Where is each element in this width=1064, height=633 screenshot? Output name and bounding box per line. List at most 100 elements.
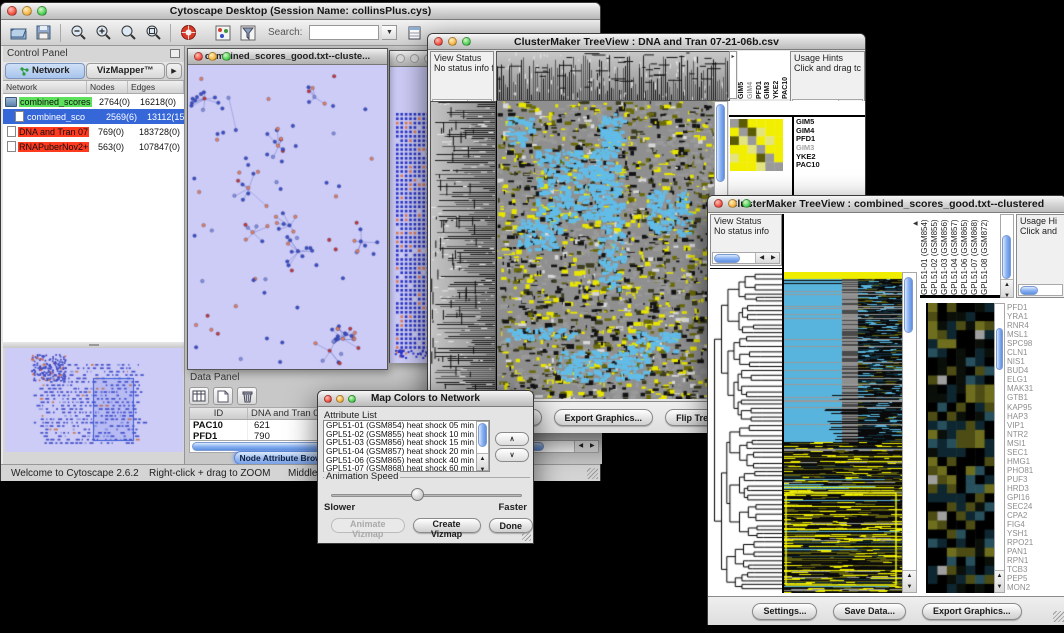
- network-table-row[interactable]: DNA and Tran 07 769(0) 183728(0): [3, 124, 184, 139]
- gene-label[interactable]: NIS1: [1007, 357, 1064, 366]
- gene-label[interactable]: PFD1: [1007, 303, 1064, 312]
- tv1-row-dendrogram[interactable]: [430, 101, 496, 401]
- minimize-icon[interactable]: [410, 54, 419, 63]
- column-label[interactable]: GPL51-02 (GSM855): [930, 214, 940, 295]
- network-view-titlebar[interactable]: combined_scores_good.txt--cluste...: [188, 49, 387, 65]
- scrollbar-thumb[interactable]: [714, 254, 740, 263]
- vizmapper-icon[interactable]: [212, 22, 234, 43]
- scrollbar-thumb[interactable]: [716, 104, 725, 182]
- scroll-up-icon[interactable]: ▲: [903, 571, 916, 582]
- minimize-icon[interactable]: [448, 37, 457, 46]
- speed-slider-track[interactable]: [331, 494, 522, 497]
- gene-label[interactable]: CPA2: [1007, 511, 1064, 520]
- gene-label[interactable]: HAP3: [1007, 412, 1064, 421]
- treeview-action-button[interactable]: Export Graphics...: [554, 409, 654, 426]
- new-attribute-icon[interactable]: [213, 387, 233, 405]
- filter-icon[interactable]: [237, 22, 259, 43]
- zoom-fit-icon[interactable]: [117, 22, 139, 43]
- gene-label[interactable]: RPO21: [1007, 538, 1064, 547]
- attribute-select-icon[interactable]: [189, 387, 209, 405]
- close-icon[interactable]: [396, 54, 405, 63]
- gene-label[interactable]: YSH1: [1007, 529, 1064, 538]
- tv1-global-heatmap[interactable]: [496, 101, 715, 399]
- network-overview-canvas[interactable]: [5, 348, 183, 452]
- scroll-down-icon[interactable]: ▼: [903, 582, 916, 593]
- tv2-splitter-arrow-icon[interactable]: ◀: [913, 220, 918, 227]
- minimize-icon[interactable]: [22, 6, 32, 16]
- close-icon[interactable]: [434, 37, 443, 46]
- gene-label[interactable]: CLN1: [1007, 348, 1064, 357]
- gene-label[interactable]: GTB1: [1007, 393, 1064, 402]
- column-label[interactable]: GPL51-01 (GSM854): [920, 214, 930, 295]
- search-dropdown-icon[interactable]: ▼: [382, 25, 397, 40]
- column-label[interactable]: YKE2: [773, 53, 782, 99]
- speed-slider-thumb[interactable]: [411, 488, 424, 501]
- column-label[interactable]: GPL51-04 (GSM857): [950, 214, 960, 295]
- save-button[interactable]: [32, 22, 54, 43]
- network-table-row[interactable]: combined_scores 2764(0) 16218(0): [3, 94, 184, 109]
- scrollbar-thumb[interactable]: [1002, 235, 1011, 279]
- gene-label[interactable]: MSL1: [1007, 330, 1064, 339]
- gene-label[interactable]: GPI16: [1007, 493, 1064, 502]
- treeview-action-button[interactable]: Export Graphics...: [922, 603, 1022, 620]
- tv1-column-dendrogram[interactable]: [496, 51, 730, 101]
- treeview1-titlebar[interactable]: ClusterMaker TreeView : DNA and Tran 07-…: [428, 34, 865, 50]
- close-icon[interactable]: [324, 395, 332, 403]
- tv2-hints-hscrollbar[interactable]: [1018, 284, 1063, 296]
- window-resize-grip[interactable]: [587, 468, 598, 479]
- move-down-button[interactable]: ∨: [495, 448, 529, 462]
- scrollbar-thumb[interactable]: [904, 277, 913, 333]
- gene-label[interactable]: NTR2: [1007, 430, 1064, 439]
- gene-label[interactable]: BUD4: [1007, 366, 1064, 375]
- scroll-up-icon[interactable]: ▲: [1001, 280, 1013, 291]
- tab-network[interactable]: Network: [5, 63, 85, 79]
- tv2-global-heatmap[interactable]: [784, 272, 902, 593]
- treeview-action-button[interactable]: Save Data...: [833, 603, 906, 620]
- search-input[interactable]: [309, 25, 379, 40]
- tv2-collabel-scrollbar[interactable]: ▲▼: [1000, 214, 1014, 298]
- scroll-down-icon[interactable]: ▼: [995, 582, 1004, 593]
- tv2-status-hscrollbar[interactable]: ◀▶: [712, 252, 780, 264]
- zoom-selected-icon[interactable]: [142, 22, 164, 43]
- dialog-action-button[interactable]: Done: [489, 518, 534, 533]
- column-label[interactable]: GPL51-08 (GSM872): [980, 214, 990, 295]
- treeview2-titlebar[interactable]: ClusterMaker TreeView : combined_scores_…: [708, 196, 1064, 213]
- scrollbar-thumb[interactable]: [996, 328, 1003, 370]
- column-label[interactable]: GIM4: [747, 53, 756, 99]
- tab-overflow-icon[interactable]: ▶: [166, 63, 182, 79]
- gene-label[interactable]: PAN1: [1007, 547, 1064, 556]
- gene-label[interactable]: KAP95: [1007, 403, 1064, 412]
- minimize-icon[interactable]: [336, 395, 344, 403]
- scroll-down-icon[interactable]: ▼: [477, 465, 488, 476]
- panel-splitter[interactable]: [3, 342, 184, 348]
- close-icon[interactable]: [714, 199, 723, 208]
- gene-label[interactable]: VIP1: [1007, 421, 1064, 430]
- zoom-window-icon[interactable]: [462, 37, 471, 46]
- gene-label[interactable]: MAK31: [1007, 384, 1064, 393]
- gene-label[interactable]: MSI1: [1007, 439, 1064, 448]
- tv2-row-dendrogram[interactable]: [710, 268, 782, 594]
- window-resize-grip[interactable]: [522, 532, 531, 541]
- window-resize-grip[interactable]: [1053, 611, 1064, 622]
- close-icon[interactable]: [7, 6, 17, 16]
- tab-vizmapper[interactable]: VizMapper™: [86, 63, 166, 79]
- help-lifering-icon[interactable]: [177, 22, 199, 43]
- scroll-left-icon[interactable]: ◀: [756, 253, 768, 263]
- scroll-down-icon[interactable]: ▼: [1001, 291, 1013, 302]
- zoom-window-icon[interactable]: [222, 52, 231, 61]
- treeview-action-button[interactable]: Settings...: [752, 603, 817, 620]
- zoom-window-icon[interactable]: [37, 6, 47, 16]
- tv1-zoom-heatmap[interactable]: [730, 119, 783, 171]
- column-label[interactable]: GPL51-07 (GSM868): [970, 214, 980, 295]
- gene-label[interactable]: PAC10: [796, 161, 820, 170]
- gene-label[interactable]: HMG1: [1007, 457, 1064, 466]
- minimize-icon[interactable]: [728, 199, 737, 208]
- column-label[interactable]: GIM3: [764, 53, 773, 99]
- open-file-button[interactable]: [7, 22, 29, 43]
- scrollbar-thumb[interactable]: [478, 423, 487, 447]
- dialog-action-button[interactable]: Create Vizmap: [413, 518, 481, 533]
- gene-label[interactable]: PEP5: [1007, 574, 1064, 583]
- network-table-row[interactable]: combined_sco 2569(6) 13112(15): [3, 109, 184, 124]
- dialog-action-button[interactable]: Animate Vizmap: [331, 518, 405, 533]
- close-icon[interactable]: [194, 52, 203, 61]
